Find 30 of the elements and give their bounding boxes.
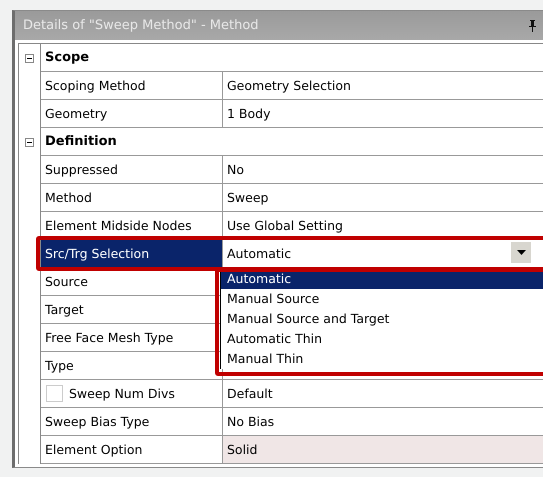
property-name[interactable]: Free Face Mesh Type [41, 324, 223, 352]
dropdown-option[interactable]: Automatic Thin [221, 329, 543, 349]
pin-icon[interactable] [528, 20, 537, 32]
property-value[interactable]: 1 Body [223, 100, 543, 128]
property-name[interactable]: Geometry [41, 100, 223, 128]
group-header: Scope [41, 44, 543, 72]
collapse-toggle[interactable] [24, 52, 35, 64]
panel-title: Details of "Sweep Method" - Method [23, 18, 259, 33]
property-value[interactable]: Solid [223, 436, 543, 464]
dropdown-option[interactable]: Manual Thin [221, 349, 543, 369]
collapse-toggle[interactable] [24, 136, 35, 148]
property-value[interactable]: No [223, 156, 543, 184]
property-name[interactable]: Sweep Num Divs [41, 380, 223, 408]
property-name[interactable]: Src/Trg Selection [41, 240, 223, 268]
dropdown-option[interactable]: Manual Source [221, 289, 543, 309]
property-name[interactable]: Scoping Method [41, 72, 223, 100]
checkbox[interactable] [46, 385, 63, 402]
property-name[interactable]: Source [41, 268, 223, 296]
property-name[interactable]: Target [41, 296, 223, 324]
property-value[interactable]: Geometry Selection [223, 72, 543, 100]
property-value[interactable]: Use Global Setting [223, 212, 543, 240]
property-name[interactable]: Method [41, 184, 223, 212]
property-value[interactable]: Default [223, 380, 543, 408]
property-value[interactable]: Sweep [223, 184, 543, 212]
property-label: Sweep Num Divs [69, 386, 175, 401]
property-name[interactable]: Suppressed [41, 156, 223, 184]
property-name[interactable]: Sweep Bias Type [41, 408, 223, 436]
property-name[interactable]: Type [41, 352, 223, 380]
dropdown-option[interactable]: Manual Source and Target [221, 309, 543, 329]
group-header: Definition [41, 128, 543, 156]
